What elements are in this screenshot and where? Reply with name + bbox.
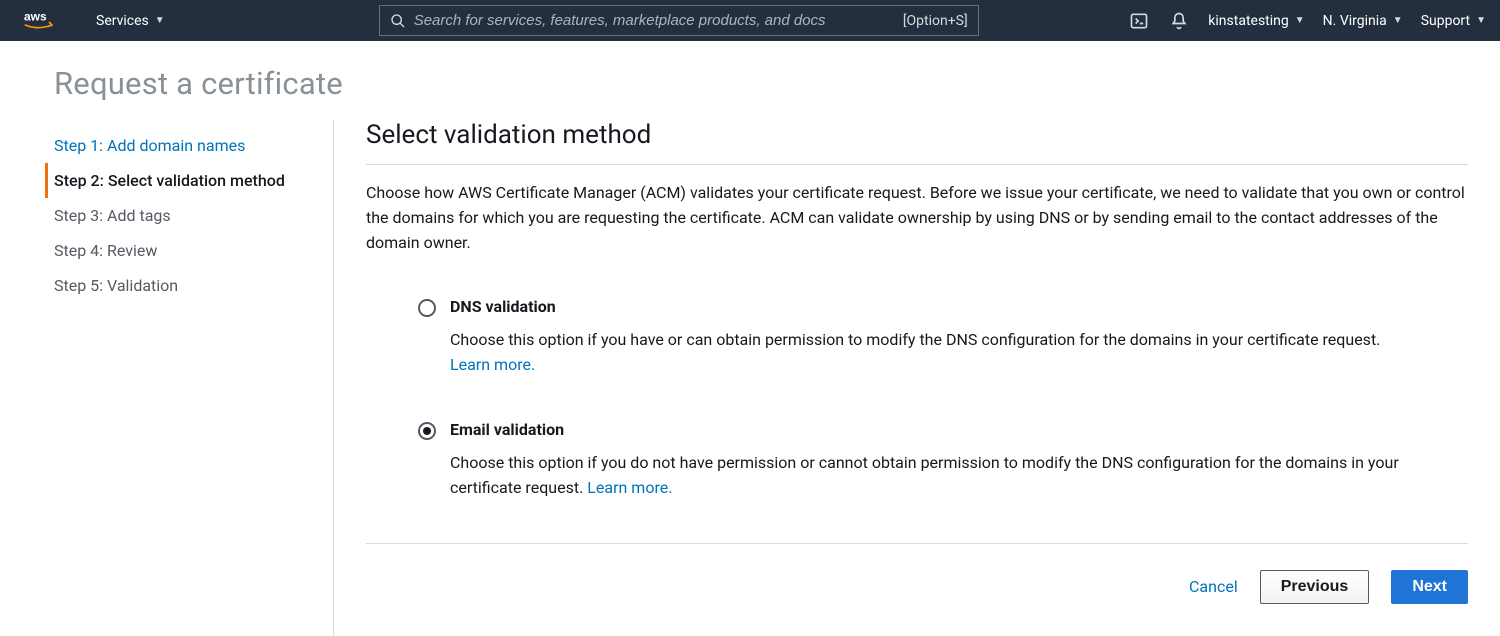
- wizard-step-2[interactable]: Step 2: Select validation method: [45, 163, 333, 198]
- cancel-button[interactable]: Cancel: [1189, 577, 1238, 596]
- main-panel: Select validation method Choose how AWS …: [334, 120, 1468, 636]
- cloudshell-icon[interactable]: [1128, 10, 1150, 32]
- radio-dns[interactable]: [418, 299, 436, 317]
- wizard-step-3: Step 3: Add tags: [54, 198, 333, 233]
- learn-more-email[interactable]: Learn more.: [587, 478, 672, 497]
- region-menu[interactable]: N. Virginia ▼: [1323, 13, 1403, 29]
- aws-logo[interactable]: aws: [0, 9, 82, 33]
- support-menu[interactable]: Support ▼: [1421, 13, 1486, 29]
- radio-email[interactable]: [418, 422, 436, 440]
- svg-text:aws: aws: [24, 9, 47, 23]
- wizard-step-5: Step 5: Validation: [54, 268, 333, 303]
- search-shortcut: [Option+S]: [903, 13, 968, 29]
- account-menu[interactable]: kinstatesting ▼: [1208, 13, 1304, 29]
- option-email-title: Email validation: [450, 420, 1410, 439]
- region-label: N. Virginia: [1323, 13, 1387, 29]
- services-label: Services: [96, 13, 149, 29]
- search-input[interactable]: [406, 12, 903, 29]
- page-title: Request a certificate: [54, 65, 1468, 102]
- caret-down-icon: ▼: [1476, 15, 1486, 26]
- wizard-steps: Step 1: Add domain names Step 2: Select …: [54, 120, 334, 636]
- caret-down-icon: ▼: [1295, 15, 1305, 26]
- next-button[interactable]: Next: [1391, 570, 1468, 604]
- services-menu[interactable]: Services ▼: [82, 0, 179, 41]
- account-label: kinstatesting: [1208, 13, 1288, 29]
- option-dns-title: DNS validation: [450, 297, 1410, 316]
- wizard-step-4: Step 4: Review: [54, 233, 333, 268]
- option-dns[interactable]: DNS validation Choose this option if you…: [418, 297, 1468, 378]
- caret-down-icon: ▼: [155, 15, 165, 26]
- wizard-step-1[interactable]: Step 1: Add domain names: [54, 128, 333, 163]
- search-icon: [390, 13, 406, 29]
- option-email-desc: Choose this option if you do not have pe…: [450, 451, 1410, 501]
- top-nav: aws Services ▼ [Option+S] kinstatesting …: [0, 0, 1500, 41]
- option-email[interactable]: Email validation Choose this option if y…: [418, 420, 1468, 501]
- previous-button[interactable]: Previous: [1260, 570, 1370, 604]
- wizard-footer: Cancel Previous Next: [366, 543, 1468, 636]
- notifications-icon[interactable]: [1168, 10, 1190, 32]
- validation-options: DNS validation Choose this option if you…: [366, 297, 1468, 500]
- nav-right: kinstatesting ▼ N. Virginia ▼ Support ▼: [1128, 10, 1486, 32]
- option-dns-desc: Choose this option if you have or can ob…: [450, 328, 1410, 378]
- section-heading: Select validation method: [366, 120, 1468, 165]
- support-label: Support: [1421, 13, 1470, 29]
- section-intro: Choose how AWS Certificate Manager (ACM)…: [366, 181, 1468, 255]
- learn-more-dns[interactable]: Learn more.: [450, 355, 535, 374]
- page-body: Request a certificate Step 1: Add domain…: [0, 41, 1500, 636]
- global-search[interactable]: [Option+S]: [379, 5, 979, 36]
- caret-down-icon: ▼: [1393, 15, 1403, 26]
